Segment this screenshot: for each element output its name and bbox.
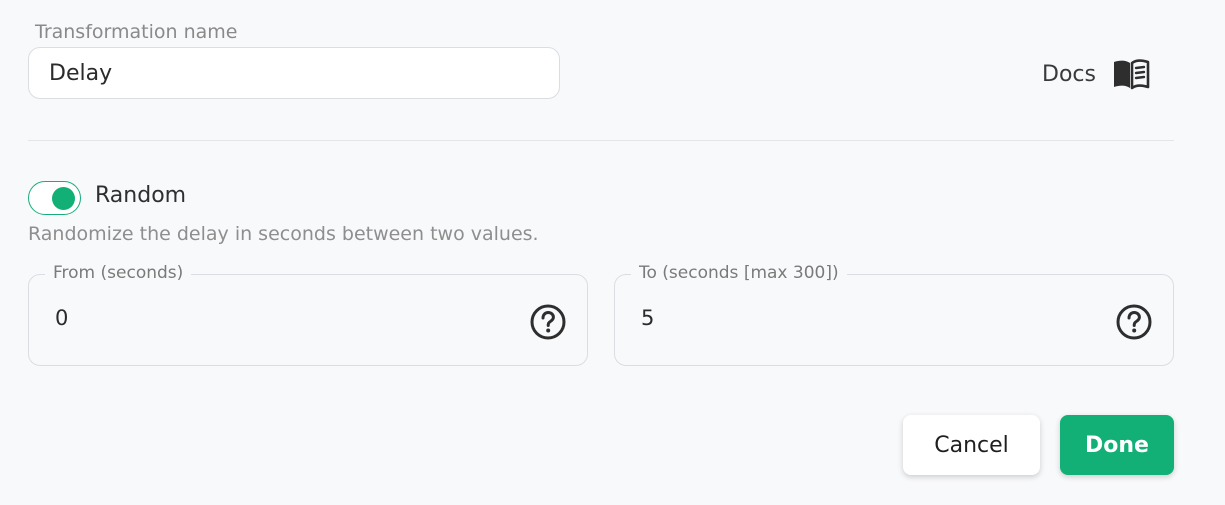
random-description: Randomize the delay in seconds between t… bbox=[28, 223, 539, 245]
random-toggle-label: Random bbox=[95, 183, 187, 208]
from-seconds-label: From (seconds) bbox=[45, 263, 192, 283]
docs-label: Docs bbox=[1042, 61, 1096, 87]
help-icon[interactable] bbox=[1115, 303, 1153, 341]
to-seconds-input[interactable] bbox=[641, 301, 1081, 335]
book-icon bbox=[1113, 59, 1150, 90]
to-seconds-field: To (seconds [max 300]) bbox=[614, 263, 1174, 366]
toggle-knob bbox=[52, 187, 75, 210]
from-seconds-input[interactable] bbox=[55, 301, 495, 335]
help-icon[interactable] bbox=[529, 303, 567, 341]
cancel-button[interactable]: Cancel bbox=[903, 415, 1040, 475]
transformation-name-label: Transformation name bbox=[35, 21, 238, 43]
docs-link[interactable]: Docs bbox=[1042, 58, 1150, 90]
random-toggle[interactable] bbox=[28, 181, 81, 215]
done-button[interactable]: Done bbox=[1060, 415, 1174, 475]
to-seconds-label: To (seconds [max 300]) bbox=[631, 263, 847, 283]
from-seconds-field: From (seconds) bbox=[28, 263, 588, 366]
transformation-name-input[interactable] bbox=[28, 47, 560, 99]
section-divider bbox=[28, 140, 1174, 141]
